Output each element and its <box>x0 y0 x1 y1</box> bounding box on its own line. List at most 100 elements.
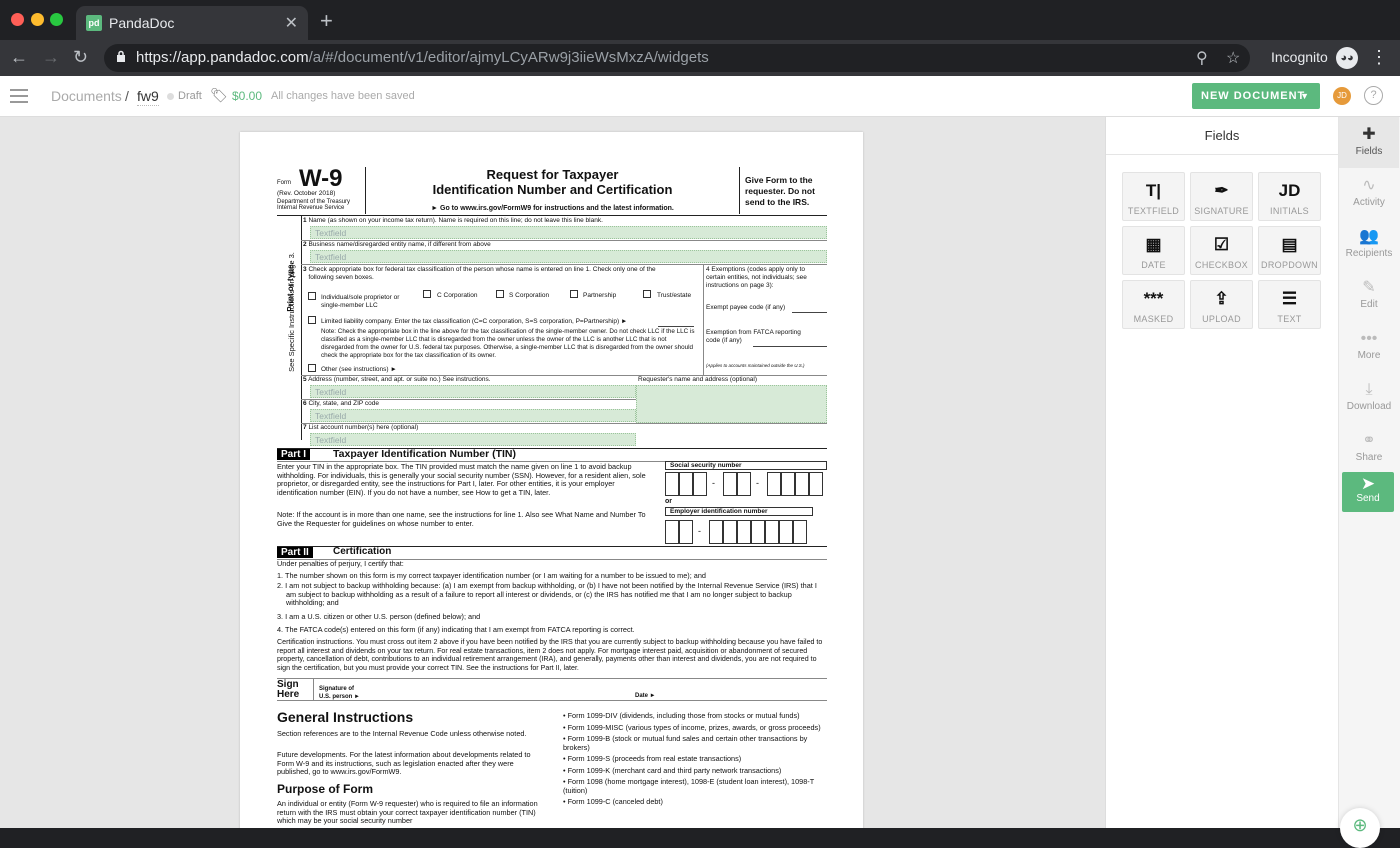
text-lines-icon: ☰ <box>1281 289 1298 308</box>
account-numbers-textfield[interactable]: Textfield <box>310 433 636 446</box>
rail-item-share[interactable]: ⚭ Share <box>1339 423 1399 474</box>
rail-item-download[interactable]: ⤓ Download <box>1339 372 1399 423</box>
part1-text: Enter your TIN in the appropriate box. T… <box>277 462 646 497</box>
field-tile-text[interactable]: ☰ TEXT <box>1258 280 1321 329</box>
lock-icon <box>117 50 125 62</box>
tab-close-icon[interactable]: ✕ <box>285 13 298 33</box>
new-document-button[interactable]: NEW DOCUMENT ▼ <box>1192 83 1320 109</box>
field-tile-checkbox[interactable]: ☑ CHECKBOX <box>1190 226 1253 275</box>
download-icon: ⤓ <box>1365 381 1373 398</box>
other-label: Other (see instructions) ► <box>321 366 397 373</box>
avatar[interactable]: JD <box>1333 87 1351 105</box>
reload-icon[interactable]: ↻ <box>73 47 88 68</box>
help-icon[interactable]: ? <box>1364 86 1383 105</box>
other-checkbox[interactable] <box>308 364 316 372</box>
s-corporation-checkbox[interactable] <box>496 290 504 298</box>
ein-digit-cell[interactable] <box>779 520 793 544</box>
llc-checkbox[interactable] <box>308 316 316 324</box>
general-instructions-heading: General Instructions <box>277 709 414 725</box>
address-bar[interactable]: https://app.pandadoc.com/a/#/document/v1… <box>104 44 1250 72</box>
zoom-icon[interactable]: ⚲ <box>1196 48 1208 68</box>
rail-item-edit[interactable]: ✎ Edit <box>1339 270 1399 321</box>
document-canvas[interactable]: Form W-9 (Rev. October 2018) Department … <box>0 117 1105 828</box>
s-corporation-label: S Corporation <box>509 292 550 299</box>
ein-digit-cell[interactable] <box>765 520 779 544</box>
ssn-digit-cell[interactable] <box>665 472 679 496</box>
browser-menu-icon[interactable]: ⋮ <box>1370 47 1388 68</box>
ein-digit-cell[interactable] <box>709 520 723 544</box>
address-textfield[interactable]: Textfield <box>310 385 636 398</box>
ein-digit-cell[interactable] <box>723 520 737 544</box>
send-button[interactable]: ➤ Send <box>1342 472 1394 512</box>
signature-label: Signature of U.S. person ► <box>319 686 360 700</box>
field-tile-signature[interactable]: ✒ SIGNATURE <box>1190 172 1253 221</box>
window-close-button[interactable] <box>11 13 24 26</box>
field-tile-masked[interactable]: *** MASKED <box>1122 280 1185 329</box>
textfield-icon: T| <box>1145 181 1162 200</box>
chat-widget-icon[interactable]: ⊕ <box>1340 808 1380 848</box>
pulse-icon: ∿ <box>1362 177 1376 194</box>
price-tag-icon[interactable]: 🏷 <box>210 87 228 104</box>
rail-item-fields[interactable]: ✚ Fields <box>1339 117 1399 168</box>
rail-item-label: Activity <box>1353 197 1385 208</box>
city-state-zip-textfield[interactable]: Textfield <box>310 409 636 422</box>
field-tile-label: TEXTFIELD <box>1127 206 1180 216</box>
ssn-digit-cell[interactable] <box>737 472 751 496</box>
ein-digit-cell[interactable] <box>793 520 807 544</box>
partnership-checkbox[interactable] <box>570 290 578 298</box>
give-form-line1: Give Form to the <box>745 175 813 185</box>
bookmark-star-icon[interactable]: ☆ <box>1226 48 1240 68</box>
field-tile-initials[interactable]: JD INITIALS <box>1258 172 1321 221</box>
sign-here-label: Sign Here <box>277 679 300 700</box>
ein-digit-cell[interactable] <box>751 520 765 544</box>
breadcrumb-documents[interactable]: Documents <box>51 88 122 104</box>
purpose-of-form-text: An individual or entity (Form W-9 reques… <box>277 799 538 825</box>
url-text[interactable]: https://app.pandadoc.com/a/#/document/v1… <box>136 49 709 66</box>
app-header: Documents / fw9 Draft 🏷 $0.00 All change… <box>0 76 1400 117</box>
date-label: Date ► <box>635 693 656 699</box>
ein-digit-cell[interactable] <box>679 520 693 544</box>
status-dot-icon <box>167 93 174 100</box>
requester-label: Requester's name and address (optional) <box>638 376 758 383</box>
ssn-digit-cell[interactable] <box>693 472 707 496</box>
field-tile-dropdown[interactable]: ▤ DROPDOWN <box>1258 226 1321 275</box>
incognito-icon[interactable]: ◕◕ <box>1336 47 1358 69</box>
cert-item-3: 3. I am a U.S. citizen or other U.S. per… <box>277 612 481 621</box>
line6-label: 6 City, state, and ZIP code <box>303 400 380 407</box>
document-price[interactable]: $0.00 <box>232 89 262 103</box>
new-tab-button[interactable]: + <box>320 8 333 34</box>
ssn-digit-cell[interactable] <box>723 472 737 496</box>
field-tile-date[interactable]: ▦ DATE <box>1122 226 1185 275</box>
forward-arrow-icon[interactable]: → <box>42 47 60 68</box>
document-name[interactable]: fw9 <box>137 88 159 106</box>
ssn-digit-cell[interactable] <box>781 472 795 496</box>
business-name-textfield[interactable]: Textfield <box>310 250 827 263</box>
trust-estate-checkbox[interactable] <box>643 290 651 298</box>
ssn-digit-cell[interactable] <box>767 472 781 496</box>
calendar-icon: ▦ <box>1145 235 1162 254</box>
window-maximize-button[interactable] <box>50 13 63 26</box>
ssn-digit-cell[interactable] <box>795 472 809 496</box>
ssn-digit-cell[interactable] <box>809 472 823 496</box>
name-textfield[interactable]: Textfield <box>310 226 827 239</box>
ssn-digit-cell[interactable] <box>679 472 693 496</box>
individual-checkbox[interactable] <box>308 292 316 300</box>
ein-digit-cell[interactable] <box>665 520 679 544</box>
rail-item-more[interactable]: ••• More <box>1339 321 1399 372</box>
pen-nib-icon: ✒ <box>1214 181 1229 200</box>
rail-item-recipients[interactable]: 👥 Recipients <box>1339 219 1399 270</box>
field-tile-textfield[interactable]: T| TEXTFIELD <box>1122 172 1185 221</box>
form-bullet-item: • Form 1099-C (canceled debt) <box>563 797 663 806</box>
hamburger-menu-icon[interactable] <box>10 89 28 103</box>
rail-item-label: Share <box>1355 452 1383 463</box>
back-arrow-icon[interactable]: ← <box>10 47 28 68</box>
c-corporation-checkbox[interactable] <box>423 290 431 298</box>
field-tile-upload[interactable]: ⇪ UPLOAD <box>1190 280 1253 329</box>
browser-tab[interactable]: pd PandaDoc ✕ <box>76 6 308 40</box>
window-minimize-button[interactable] <box>31 13 44 26</box>
c-corporation-label: C Corporation <box>437 292 478 299</box>
ein-digit-cell[interactable] <box>737 520 751 544</box>
form-revision: (Rev. October 2018) <box>277 190 336 197</box>
rail-item-activity[interactable]: ∿ Activity <box>1339 168 1399 219</box>
requester-textfield[interactable] <box>636 385 827 423</box>
